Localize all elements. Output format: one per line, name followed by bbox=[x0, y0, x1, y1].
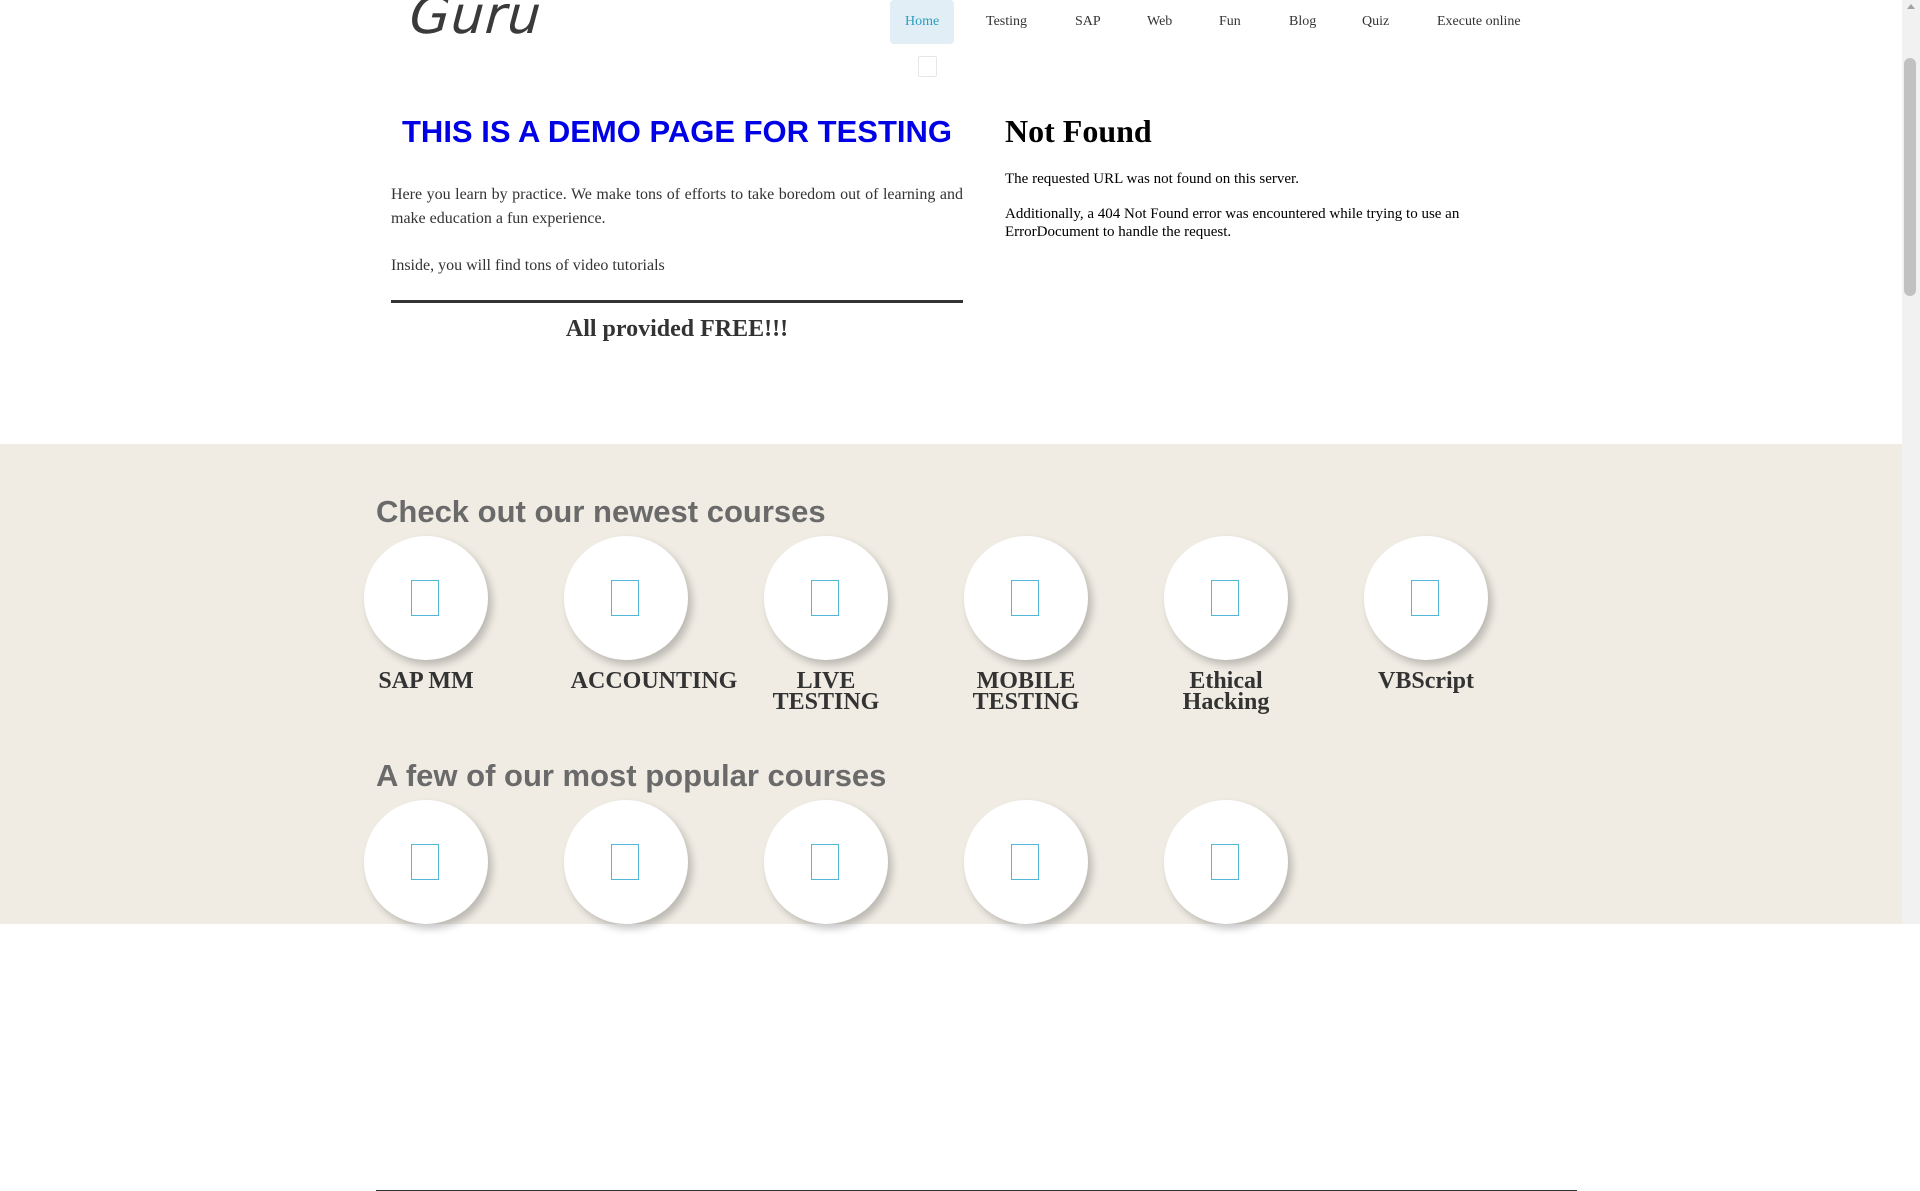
intro-paragraph: Here you learn by practice. We make tons… bbox=[391, 186, 963, 227]
vertical-scrollbar[interactable] bbox=[1902, 0, 1920, 924]
popular-course-circle[interactable] bbox=[764, 800, 888, 924]
course-icon bbox=[811, 580, 839, 616]
nav-execute-online[interactable]: Execute online bbox=[1437, 0, 1521, 44]
course-icon bbox=[1211, 844, 1239, 880]
course-circle-accounting[interactable] bbox=[564, 536, 688, 660]
course-icon bbox=[611, 580, 639, 616]
site-logo[interactable]: Guru99 bbox=[408, 0, 569, 46]
course-icon bbox=[1211, 580, 1239, 616]
course-title-vbscript[interactable]: VBScript bbox=[1336, 669, 1516, 693]
divider bbox=[391, 300, 963, 303]
nav-home[interactable]: Home bbox=[890, 0, 955, 44]
scrollbar-thumb[interactable] bbox=[1904, 58, 1916, 296]
inside-text: Inside, you will find tons of video tuto… bbox=[391, 257, 665, 274]
not-found-title: Not Found bbox=[1005, 113, 1152, 149]
popular-course-circle[interactable] bbox=[1164, 800, 1288, 924]
not-found-message: The requested URL was not found on this … bbox=[1005, 171, 1299, 187]
nav-testing[interactable]: Testing bbox=[986, 0, 1027, 44]
newest-courses-title: Check out our newest courses bbox=[376, 494, 826, 529]
course-title-sap-mm[interactable]: SAP MM bbox=[336, 669, 516, 693]
not-found-detail: Additionally, a 404 Not Found error was … bbox=[1005, 206, 1460, 240]
popular-course-circle[interactable] bbox=[564, 800, 688, 924]
course-circle-ethical-hacking[interactable] bbox=[1164, 536, 1288, 660]
nav-blog[interactable]: Blog bbox=[1289, 0, 1316, 44]
nav-web[interactable]: Web bbox=[1147, 0, 1172, 44]
courses-section: Check out our newest courses SAP MM ACCO… bbox=[0, 444, 1902, 1191]
nav-sap[interactable]: SAP bbox=[1075, 0, 1101, 44]
course-icon bbox=[1011, 580, 1039, 616]
popular-course-circle[interactable] bbox=[964, 800, 1088, 924]
course-icon bbox=[411, 844, 439, 880]
course-circle-live-testing[interactable] bbox=[764, 536, 888, 660]
demo-page-title: THIS IS A DEMO PAGE FOR TESTING bbox=[402, 114, 952, 149]
course-icon bbox=[1411, 580, 1439, 616]
course-circle-vbscript[interactable] bbox=[1364, 536, 1488, 660]
free-text: All provided FREE!!! bbox=[565, 316, 789, 342]
nav-fun[interactable]: Fun bbox=[1219, 0, 1241, 44]
course-title-accounting[interactable]: ACCOUNTING bbox=[564, 669, 744, 693]
search-toggle-box[interactable] bbox=[918, 56, 937, 77]
nav-quiz[interactable]: Quiz bbox=[1362, 0, 1389, 44]
page-top-section: Guru99 Home Testing SAP Web Fun Blog Qui… bbox=[0, 0, 1902, 444]
popular-courses-title: A few of our most popular courses bbox=[376, 758, 887, 793]
course-title-ethical-hacking[interactable]: Ethical Hacking bbox=[1136, 669, 1316, 714]
course-icon bbox=[611, 844, 639, 880]
popular-course-circle[interactable] bbox=[364, 800, 488, 924]
course-icon bbox=[411, 580, 439, 616]
course-icon bbox=[811, 844, 839, 880]
course-circle-mobile-testing[interactable] bbox=[964, 536, 1088, 660]
course-title-mobile-testing[interactable]: MOBILE TESTING bbox=[936, 669, 1116, 714]
scroll-up-icon[interactable] bbox=[1907, 4, 1915, 9]
course-title-live-testing[interactable]: LIVE TESTING bbox=[736, 669, 916, 714]
course-circle-sap-mm[interactable] bbox=[364, 536, 488, 660]
course-icon bbox=[1011, 844, 1039, 880]
